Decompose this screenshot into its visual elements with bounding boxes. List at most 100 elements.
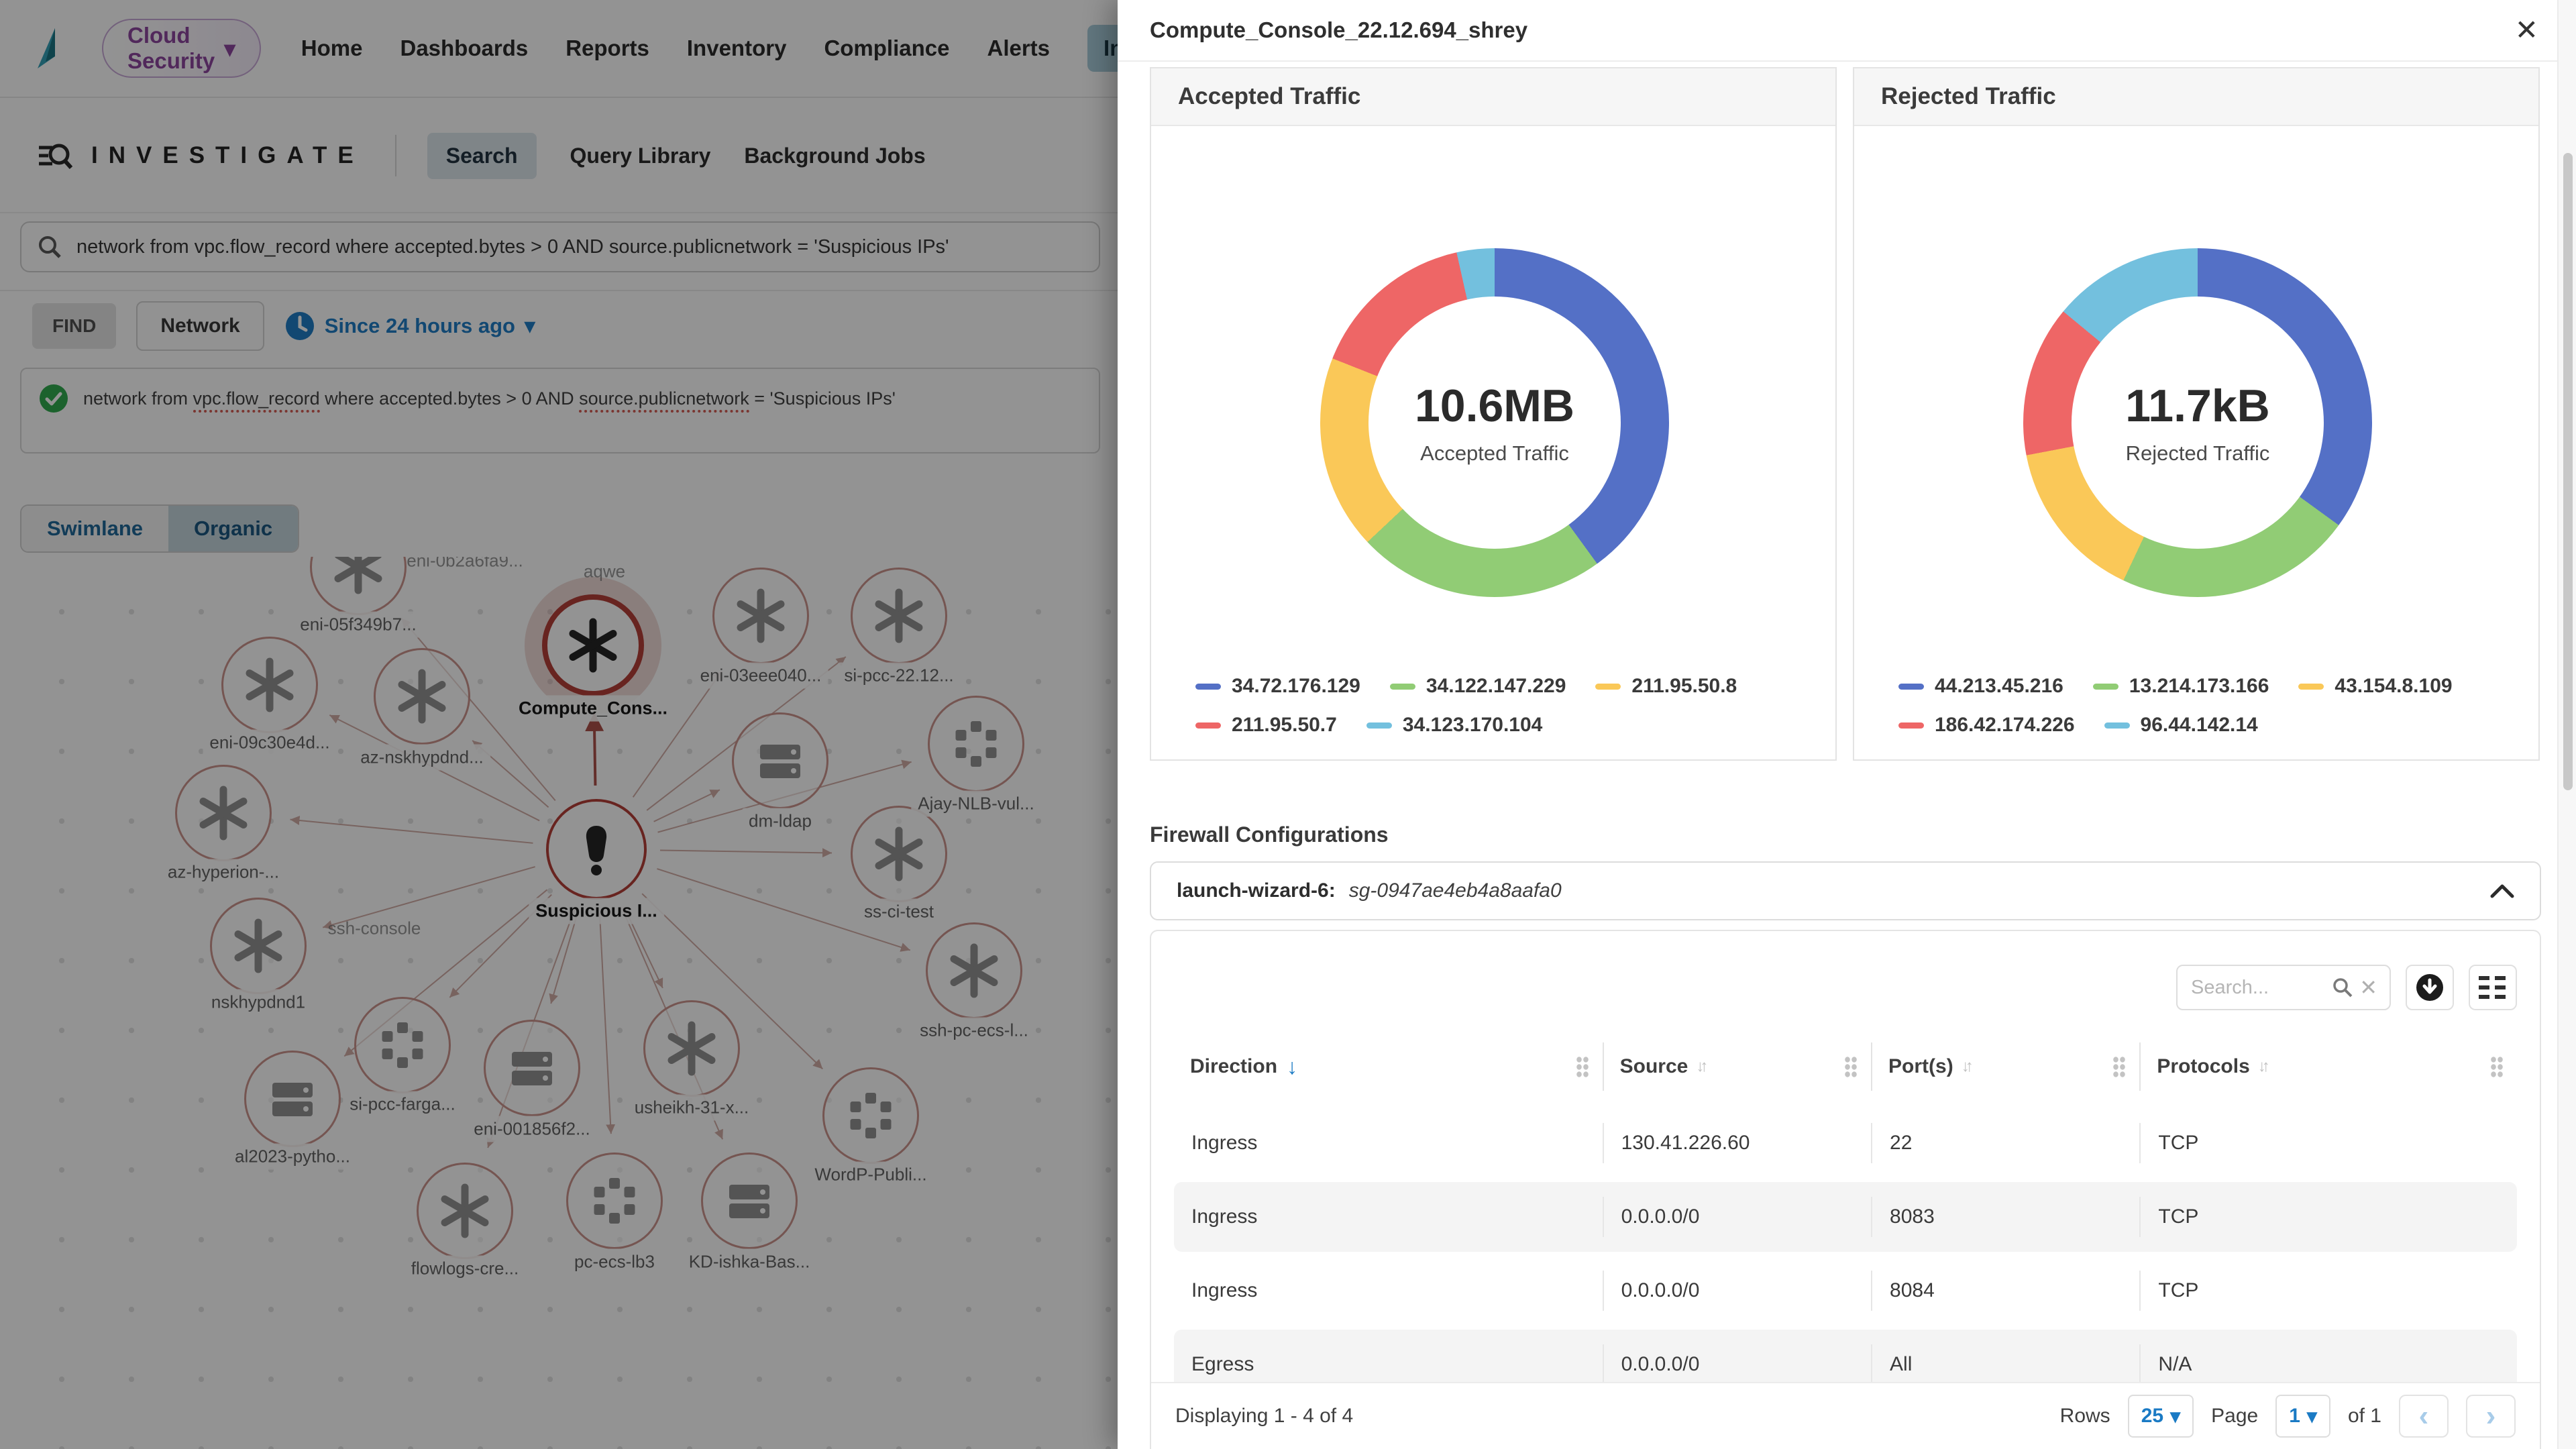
legend-label: 44.213.45.216 [1935, 675, 2063, 698]
legend-item[interactable]: 44.213.45.216 [1898, 675, 2063, 698]
legend-swatch [2298, 684, 2324, 690]
legend-swatch [1195, 722, 1221, 729]
legend-swatch [1366, 722, 1392, 729]
traffic-charts-row: Accepted Traffic 10.6MB Accepted Traffic… [1150, 67, 2540, 761]
table-search-box[interactable]: ✕ [2176, 965, 2391, 1010]
rows-per-page-value: 25 [2141, 1405, 2163, 1428]
legend-item[interactable]: 13.214.173.166 [2093, 675, 2269, 698]
legend-label: 96.44.142.14 [2141, 714, 2258, 737]
modal-backdrop [0, 0, 1118, 1449]
legend-label: 34.72.176.129 [1232, 675, 1360, 698]
donut-center-label: Accepted Traffic [1420, 441, 1569, 466]
chevron-up-icon [2490, 883, 2514, 898]
column-drag-handle[interactable] [1844, 1056, 1858, 1077]
table-cell: TCP [2141, 1108, 2517, 1178]
scrollbar[interactable] [2557, 0, 2576, 1449]
chart-title: Accepted Traffic [1151, 68, 1835, 126]
legend-item[interactable]: 96.44.142.14 [2104, 714, 2258, 737]
table-cell: 130.41.226.60 [1604, 1108, 1872, 1178]
legend-swatch [1195, 684, 1221, 690]
donut-center-label: Rejected Traffic [2126, 441, 2270, 466]
next-page-button[interactable]: › [2466, 1395, 2516, 1438]
legend-item[interactable]: 43.154.8.109 [2298, 675, 2452, 698]
table-cell: Ingress [1174, 1256, 1604, 1326]
resource-detail-panel: Compute_Console_22.12.694_shrey ✕ Accept… [1118, 0, 2576, 1449]
page-select[interactable]: 1 ▾ [2275, 1395, 2330, 1438]
page-of-total: of 1 [2348, 1405, 2381, 1428]
panel-title: Compute_Console_22.12.694_shrey [1150, 17, 1527, 43]
table-cell: Ingress [1174, 1182, 1604, 1252]
table-cell: 22 [1872, 1108, 2141, 1178]
sort-icon: ↓↑ [2258, 1057, 2266, 1076]
security-group-name: launch-wizard-6: [1177, 879, 1336, 902]
donut-chart[interactable]: 11.7kB Rejected Traffic [2023, 248, 2372, 597]
column-label: Source [1620, 1055, 1688, 1078]
chart-card-accepted-traffic: Accepted Traffic 10.6MB Accepted Traffic… [1150, 67, 1837, 761]
download-icon [2415, 973, 2445, 1002]
legend-item[interactable]: 211.95.50.7 [1195, 714, 1337, 737]
column-drag-handle[interactable] [2112, 1056, 2126, 1077]
column-header-protocols[interactable]: Protocols ↓↑ [2141, 1042, 2517, 1091]
firewall-section-heading: Firewall Configurations [1150, 822, 1389, 847]
table-search-input[interactable] [2190, 976, 2326, 1000]
rows-per-page-select[interactable]: 25 ▾ [2128, 1395, 2194, 1438]
donut-center: 10.6MB Accepted Traffic [1368, 297, 1621, 549]
chart-legend: 34.72.176.129 34.122.147.229 211.95.50.8… [1195, 675, 1819, 737]
legend-item[interactable]: 34.122.147.229 [1390, 675, 1566, 698]
app-root: Cloud Security ▾ HomeDashboardsReportsIn… [0, 0, 2576, 1449]
legend-label: 211.95.50.7 [1232, 714, 1337, 737]
table-cell: 0.0.0.0/0 [1604, 1256, 1872, 1326]
donut-chart[interactable]: 10.6MB Accepted Traffic [1320, 248, 1669, 597]
chart-card-rejected-traffic: Rejected Traffic 11.7kB Rejected Traffic… [1853, 67, 2540, 761]
column-header-direction[interactable]: Direction↓ [1174, 1042, 1604, 1091]
legend-label: 43.154.8.109 [2334, 675, 2452, 698]
donut-total-value: 11.7kB [2125, 380, 2270, 432]
pagination: Rows 25 ▾ Page 1 ▾ of 1 ‹ › [2060, 1395, 2516, 1438]
security-group-id: sg-0947ae4eb4a8aafa0 [1349, 879, 1562, 902]
column-drag-handle[interactable] [1576, 1056, 1589, 1077]
download-button[interactable] [2406, 965, 2454, 1010]
legend-swatch [2093, 684, 2118, 690]
column-settings-button[interactable] [2469, 965, 2517, 1010]
legend-label: 34.122.147.229 [1426, 675, 1566, 698]
search-icon[interactable] [2332, 977, 2353, 998]
clear-search-icon[interactable]: ✕ [2359, 975, 2377, 1000]
legend-swatch [1595, 684, 1621, 690]
donut-center: 11.7kB Rejected Traffic [2072, 297, 2324, 549]
table-row: Ingress0.0.0.0/08083TCP [1174, 1182, 2517, 1252]
security-group-accordion[interactable]: launch-wizard-6: sg-0947ae4eb4a8aafa0 [1150, 861, 2541, 920]
close-icon[interactable]: ✕ [2515, 16, 2538, 44]
legend-swatch [1898, 722, 1924, 729]
donut-total-value: 10.6MB [1415, 380, 1574, 432]
sort-desc-icon: ↓ [1287, 1055, 1297, 1079]
chart-title: Rejected Traffic [1854, 68, 2538, 126]
legend-swatch [1390, 684, 1415, 690]
column-header-source[interactable]: Source ↓↑ [1604, 1042, 1872, 1091]
page-label: Page [2211, 1405, 2258, 1428]
legend-item[interactable]: 34.123.170.104 [1366, 714, 1543, 737]
firewall-rules-panel: ✕ Direction↓ Source↓↑ Po [1150, 930, 2541, 1449]
legend-label: 186.42.174.226 [1935, 714, 2075, 737]
rows-label: Rows [2060, 1405, 2110, 1428]
legend-item[interactable]: 34.72.176.129 [1195, 675, 1360, 698]
background-page: Cloud Security ▾ HomeDashboardsReportsIn… [0, 0, 1118, 1449]
sort-icon: ↓↑ [1696, 1057, 1704, 1076]
table-cell: TCP [2141, 1182, 2517, 1252]
scrollbar-thumb[interactable] [2563, 153, 2573, 790]
chevron-down-icon: ▾ [2170, 1405, 2180, 1428]
column-header-ports[interactable]: Port(s)↓↑ [1872, 1042, 2141, 1091]
panel-header: Compute_Console_22.12.694_shrey ✕ [1118, 0, 2576, 62]
column-label: Port(s) [1888, 1055, 1953, 1078]
legend-item[interactable]: 211.95.50.8 [1595, 675, 1737, 698]
table-cell: 8083 [1872, 1182, 2141, 1252]
legend-item[interactable]: 186.42.174.226 [1898, 714, 2075, 737]
page-value: 1 [2289, 1405, 2300, 1428]
table-cell: 0.0.0.0/0 [1604, 1182, 1872, 1252]
column-label: Protocols [2157, 1055, 2249, 1078]
table-cell: 8084 [1872, 1256, 2141, 1326]
chart-legend: 44.213.45.216 13.214.173.166 43.154.8.10… [1898, 675, 2522, 737]
legend-label: 34.123.170.104 [1403, 714, 1543, 737]
legend-label: 13.214.173.166 [2129, 675, 2269, 698]
column-drag-handle[interactable] [2490, 1056, 2504, 1077]
previous-page-button[interactable]: ‹ [2399, 1395, 2449, 1438]
